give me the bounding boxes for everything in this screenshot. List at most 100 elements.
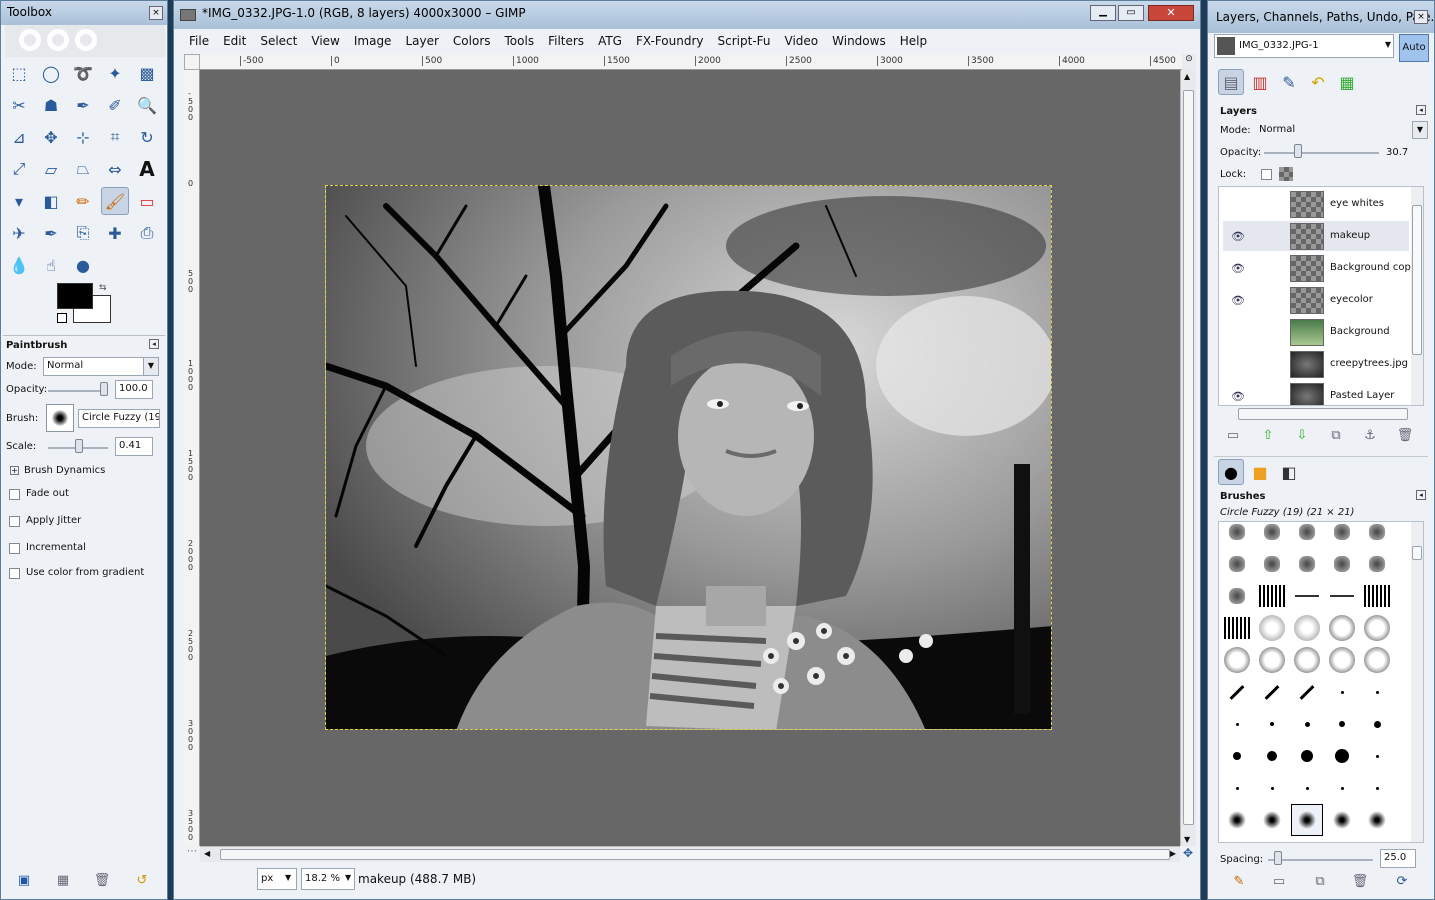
brush-cell[interactable] bbox=[1221, 740, 1253, 772]
opacity-slider-knob[interactable] bbox=[100, 382, 108, 396]
menu-filters[interactable]: Filters bbox=[548, 34, 584, 48]
menu-image[interactable]: Image bbox=[354, 34, 392, 48]
free-select-tool-icon[interactable]: ➰ bbox=[69, 59, 97, 87]
undo-tab-icon[interactable]: ↶ bbox=[1305, 69, 1331, 95]
brush-cell[interactable] bbox=[1256, 522, 1288, 548]
brush-cell[interactable] bbox=[1361, 580, 1393, 612]
chevron-down-icon[interactable]: ▼ bbox=[1412, 121, 1428, 139]
brush-cell[interactable] bbox=[1326, 772, 1358, 804]
brush-cell[interactable] bbox=[1256, 548, 1288, 580]
horizontal-scrollbar-thumb[interactable] bbox=[220, 849, 1170, 860]
color-picker-tool-icon[interactable]: ✐ bbox=[101, 91, 129, 119]
gradients-tab-icon[interactable]: ◧ bbox=[1276, 459, 1302, 485]
fade-out-checkbox[interactable] bbox=[9, 489, 20, 500]
brush-cell[interactable] bbox=[1256, 580, 1288, 612]
layer-row[interactable]: 👁 Pasted Layer bbox=[1223, 381, 1409, 405]
menu-script-fu[interactable]: Script-Fu bbox=[718, 34, 771, 48]
brush-cell[interactable] bbox=[1221, 676, 1253, 708]
menu-atg[interactable]: ATG bbox=[598, 34, 622, 48]
chevron-down-icon[interactable]: ▼ bbox=[345, 873, 351, 882]
brush-cell[interactable] bbox=[1256, 804, 1288, 836]
perspective-tool-icon[interactable]: ⏢ bbox=[69, 155, 97, 183]
chevron-down-icon[interactable]: ▼ bbox=[1385, 40, 1391, 49]
brush-cell[interactable] bbox=[1291, 548, 1323, 580]
new-brush-icon[interactable]: ▭ bbox=[1266, 868, 1292, 894]
opacity-slider[interactable] bbox=[48, 390, 108, 392]
brush-name-field[interactable]: Circle Fuzzy (19) bbox=[78, 409, 160, 428]
zoom-tool-icon[interactable]: 🔍 bbox=[133, 91, 161, 119]
delete-options-icon[interactable]: 🗑 bbox=[89, 867, 115, 893]
scroll-down-icon[interactable]: ▼ bbox=[1184, 835, 1190, 844]
image-menu[interactable]: IMG_0332.JPG-1 ▼ bbox=[1214, 34, 1394, 58]
horizontal-scrollbar[interactable]: ◀ ▶ bbox=[200, 846, 1180, 862]
opacity-input[interactable]: 100.0 bbox=[115, 380, 153, 399]
paths-tool-icon[interactable]: ✒ bbox=[69, 91, 97, 119]
default-colors-icon[interactable] bbox=[57, 313, 67, 323]
scale-slider-knob[interactable] bbox=[75, 439, 83, 453]
scale-input[interactable]: 0.41 bbox=[115, 437, 153, 456]
chevron-down-icon[interactable]: ▼ bbox=[285, 873, 291, 882]
navigation-cross-icon[interactable]: ✥ bbox=[1180, 846, 1196, 862]
brush-cell[interactable] bbox=[1291, 644, 1323, 676]
brush-cell[interactable] bbox=[1291, 772, 1323, 804]
ellipse-select-tool-icon[interactable]: ◯ bbox=[37, 59, 65, 87]
brush-cell[interactable] bbox=[1256, 740, 1288, 772]
raise-layer-icon[interactable]: ⇧ bbox=[1255, 422, 1281, 448]
brush-cell[interactable] bbox=[1256, 644, 1288, 676]
patterns-tab-icon[interactable]: ■ bbox=[1247, 459, 1273, 485]
layer-row[interactable]: 👁 eyecolor bbox=[1223, 285, 1409, 315]
layers-hscrollbar[interactable] bbox=[1238, 408, 1408, 420]
layer-row[interactable]: 👁 Background copy bbox=[1223, 253, 1417, 283]
toolbox-titlebar[interactable]: Toolbox × bbox=[1, 1, 167, 25]
brush-cell[interactable] bbox=[1361, 644, 1393, 676]
fuzzy-select-tool-icon[interactable]: ✦ bbox=[101, 59, 129, 87]
channels-tab-icon[interactable]: ▥ bbox=[1247, 69, 1273, 95]
spacing-slider-knob[interactable] bbox=[1274, 851, 1282, 865]
dodge-burn-tool-icon[interactable]: ● bbox=[69, 251, 97, 279]
delete-brush-icon[interactable]: 🗑 bbox=[1347, 868, 1373, 894]
menu-select[interactable]: Select bbox=[260, 34, 297, 48]
configure-tab-icon[interactable]: ◂ bbox=[1416, 105, 1426, 115]
brush-cell[interactable] bbox=[1291, 708, 1323, 740]
save-options-icon[interactable]: ▣ bbox=[11, 867, 37, 893]
airbrush-tool-icon[interactable]: ✈ bbox=[5, 219, 33, 247]
brush-cell[interactable] bbox=[1361, 612, 1393, 644]
shear-tool-icon[interactable]: ▱ bbox=[37, 155, 65, 183]
incremental-checkbox[interactable] bbox=[9, 543, 20, 554]
mode-select[interactable]: Normal bbox=[43, 357, 159, 376]
close-icon[interactable]: ✕ bbox=[1148, 5, 1194, 21]
brush-cell[interactable] bbox=[1291, 522, 1323, 548]
perspective-clone-tool-icon[interactable]: ⎙ bbox=[133, 219, 161, 247]
menu-windows[interactable]: Windows bbox=[832, 34, 886, 48]
auto-button[interactable]: Auto bbox=[1399, 34, 1429, 62]
menu-fx-foundry[interactable]: FX-Foundry bbox=[636, 34, 704, 48]
anchor-layer-icon[interactable]: ⚓ bbox=[1357, 422, 1383, 448]
edit-brush-icon[interactable]: ✎ bbox=[1226, 868, 1252, 894]
menu-help[interactable]: Help bbox=[900, 34, 927, 48]
canvas-area[interactable] bbox=[200, 70, 1180, 846]
paths-tab-icon[interactable]: ✎ bbox=[1276, 69, 1302, 95]
pencil-tool-icon[interactable]: ✏ bbox=[69, 187, 97, 215]
minimize-icon[interactable]: ▁ bbox=[1090, 5, 1116, 21]
layer-mode-select[interactable]: Normal ▼ bbox=[1256, 121, 1430, 139]
brush-cell[interactable] bbox=[1221, 772, 1253, 804]
blend-tool-icon[interactable]: ◧ bbox=[37, 187, 65, 215]
brush-cell[interactable] bbox=[1291, 740, 1323, 772]
brush-cell[interactable] bbox=[1291, 612, 1323, 644]
scale-tool-icon[interactable]: ⤢ bbox=[5, 155, 33, 183]
heal-tool-icon[interactable]: ✚ bbox=[101, 219, 129, 247]
brush-cell[interactable] bbox=[1361, 804, 1393, 836]
brush-cell[interactable] bbox=[1326, 676, 1358, 708]
blur-tool-icon[interactable]: 💧 bbox=[5, 251, 33, 279]
layers-scrollbar-thumb[interactable] bbox=[1412, 205, 1422, 355]
layers-tab-icon[interactable]: ▤ bbox=[1218, 69, 1244, 95]
layer-opacity-value[interactable]: 30.7 bbox=[1386, 147, 1408, 158]
navigate-icon[interactable]: ⋯ bbox=[184, 846, 200, 862]
configure-tab-icon[interactable]: ◂ bbox=[149, 339, 159, 349]
vertical-scrollbar[interactable]: ▲ ▼ bbox=[1180, 70, 1196, 846]
image-canvas[interactable] bbox=[325, 185, 1052, 730]
visibility-eye-icon[interactable]: 👁 bbox=[1231, 294, 1245, 307]
brush-cell[interactable] bbox=[1326, 708, 1358, 740]
scroll-up-icon[interactable]: ▲ bbox=[1184, 72, 1190, 81]
scissors-select-tool-icon[interactable]: ✂ bbox=[5, 91, 33, 119]
